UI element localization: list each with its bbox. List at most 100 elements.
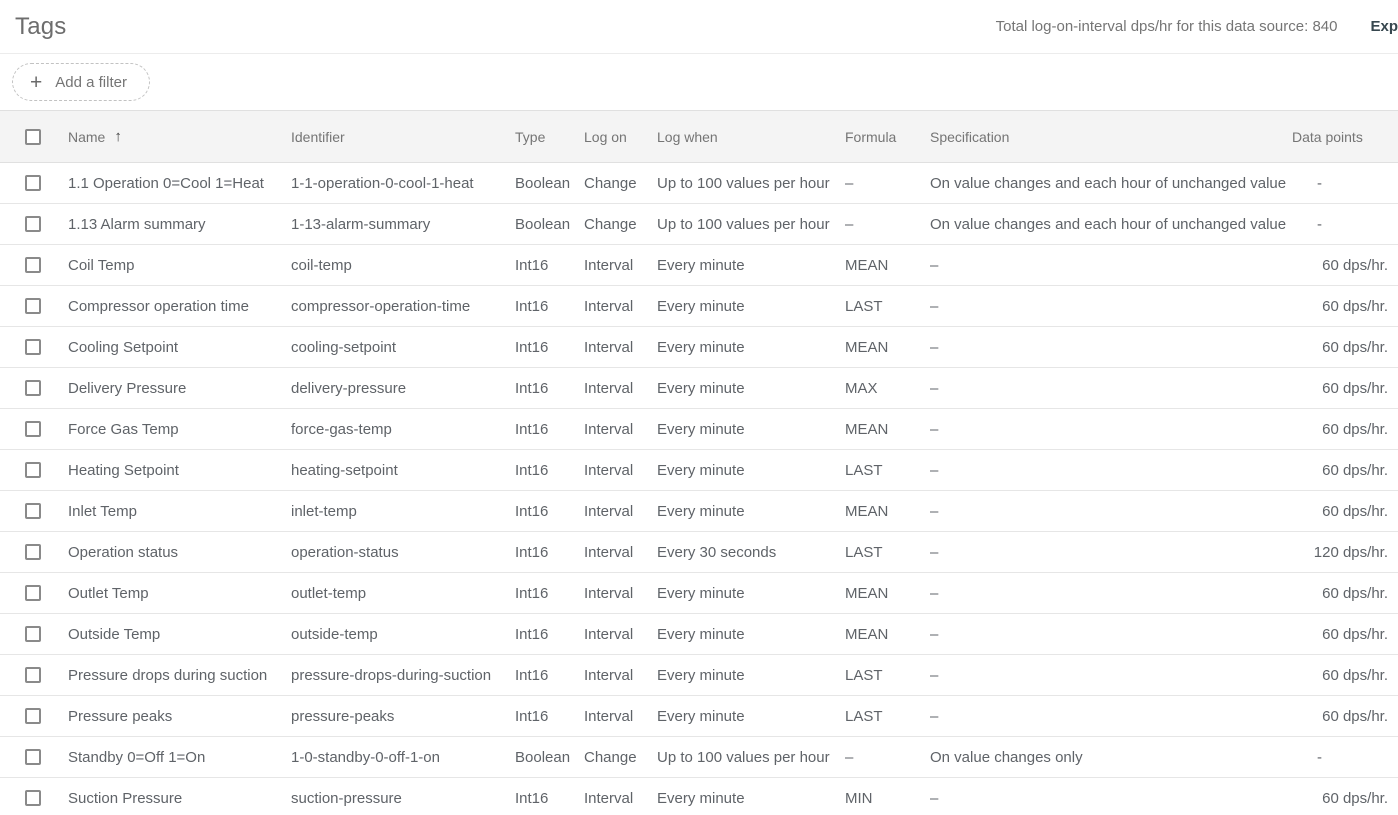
identifier-cell: heating-setpoint — [291, 462, 515, 479]
name-cell: Pressure peaks — [68, 708, 291, 725]
formula-cell: LAST — [845, 667, 930, 684]
log-on-cell: Change — [584, 216, 657, 233]
specification-cell: – — [930, 257, 1292, 274]
table-row[interactable]: Compressor operation time compressor-ope… — [0, 286, 1398, 327]
type-cell: Int16 — [515, 257, 584, 274]
row-checkbox[interactable] — [25, 667, 41, 683]
dps-summary-text: Total log-on-interval dps/hr for this da… — [996, 18, 1338, 35]
table-row[interactable]: Outlet Temp outlet-temp Int16 Interval E… — [0, 573, 1398, 614]
table-row[interactable]: Force Gas Temp force-gas-temp Int16 Inte… — [0, 409, 1398, 450]
name-cell: Compressor operation time — [68, 298, 291, 315]
row-checkbox[interactable] — [25, 585, 41, 601]
type-cell: Int16 — [515, 298, 584, 315]
log-when-cell: Every minute — [657, 585, 845, 602]
column-header-identifier[interactable]: Identifier — [291, 129, 515, 145]
specification-cell: – — [930, 790, 1292, 807]
export-button[interactable]: Exp — [1370, 18, 1398, 35]
identifier-cell: inlet-temp — [291, 503, 515, 520]
row-checkbox[interactable] — [25, 503, 41, 519]
table-row[interactable]: 1.13 Alarm summary 1-13-alarm-summary Bo… — [0, 204, 1398, 245]
table-row[interactable]: Standby 0=Off 1=On 1-0-standby-0-off-1-o… — [0, 737, 1398, 778]
log-when-cell: Every minute — [657, 667, 845, 684]
row-checkbox[interactable] — [25, 257, 41, 273]
type-cell: Boolean — [515, 749, 584, 766]
row-checkbox[interactable] — [25, 544, 41, 560]
table-row[interactable]: Inlet Temp inlet-temp Int16 Interval Eve… — [0, 491, 1398, 532]
data-points-cell: - — [1292, 175, 1398, 192]
log-on-cell: Interval — [584, 708, 657, 725]
table-row[interactable]: 1.1 Operation 0=Cool 1=Heat 1-1-operatio… — [0, 163, 1398, 204]
formula-cell: LAST — [845, 544, 930, 561]
log-when-cell: Up to 100 values per hour — [657, 216, 845, 233]
column-header-name-label: Name — [68, 129, 105, 145]
row-checkbox[interactable] — [25, 339, 41, 355]
table-row[interactable]: Suction Pressure suction-pressure Int16 … — [0, 778, 1398, 815]
specification-cell: – — [930, 585, 1292, 602]
add-filter-button[interactable]: + Add a filter — [12, 63, 150, 101]
type-cell: Int16 — [515, 667, 584, 684]
row-checkbox[interactable] — [25, 462, 41, 478]
type-cell: Boolean — [515, 175, 584, 192]
row-checkbox-cell — [0, 257, 68, 273]
formula-cell: – — [845, 216, 930, 233]
row-checkbox[interactable] — [25, 298, 41, 314]
identifier-cell: pressure-peaks — [291, 708, 515, 725]
select-all-checkbox[interactable] — [25, 129, 41, 145]
name-cell: Pressure drops during suction — [68, 667, 291, 684]
column-header-data-points[interactable]: Data points — [1292, 129, 1398, 145]
identifier-cell: 1-13-alarm-summary — [291, 216, 515, 233]
row-checkbox[interactable] — [25, 708, 41, 724]
identifier-cell: pressure-drops-during-suction — [291, 667, 515, 684]
table-row[interactable]: Heating Setpoint heating-setpoint Int16 … — [0, 450, 1398, 491]
column-header-specification[interactable]: Specification — [930, 129, 1292, 145]
name-cell: Suction Pressure — [68, 790, 291, 807]
log-on-cell: Interval — [584, 421, 657, 438]
identifier-cell: operation-status — [291, 544, 515, 561]
table-row[interactable]: Outside Temp outside-temp Int16 Interval… — [0, 614, 1398, 655]
log-on-cell: Interval — [584, 380, 657, 397]
specification-cell: – — [930, 667, 1292, 684]
table-row[interactable]: Delivery Pressure delivery-pressure Int1… — [0, 368, 1398, 409]
top-bar: Tags Total log-on-interval dps/hr for th… — [0, 0, 1398, 54]
identifier-cell: 1-0-standby-0-off-1-on — [291, 749, 515, 766]
column-header-formula[interactable]: Formula — [845, 129, 930, 145]
name-cell: Operation status — [68, 544, 291, 561]
row-checkbox[interactable] — [25, 790, 41, 806]
table-row[interactable]: Pressure peaks pressure-peaks Int16 Inte… — [0, 696, 1398, 737]
row-checkbox[interactable] — [25, 421, 41, 437]
log-when-cell: Every minute — [657, 462, 845, 479]
specification-cell: On value changes and each hour of unchan… — [930, 216, 1292, 233]
table-row[interactable]: Cooling Setpoint cooling-setpoint Int16 … — [0, 327, 1398, 368]
data-points-cell: - — [1292, 749, 1398, 766]
row-checkbox-cell — [0, 339, 68, 355]
log-on-cell: Interval — [584, 257, 657, 274]
type-cell: Int16 — [515, 708, 584, 725]
formula-cell: – — [845, 749, 930, 766]
formula-cell: MEAN — [845, 421, 930, 438]
identifier-cell: force-gas-temp — [291, 421, 515, 438]
formula-cell: MEAN — [845, 339, 930, 356]
name-cell: Outlet Temp — [68, 585, 291, 602]
formula-cell: MAX — [845, 380, 930, 397]
row-checkbox[interactable] — [25, 175, 41, 191]
row-checkbox[interactable] — [25, 626, 41, 642]
row-checkbox[interactable] — [25, 380, 41, 396]
specification-cell: – — [930, 708, 1292, 725]
column-header-log-when[interactable]: Log when — [657, 129, 845, 145]
table-row[interactable]: Operation status operation-status Int16 … — [0, 532, 1398, 573]
row-checkbox[interactable] — [25, 216, 41, 232]
row-checkbox-cell — [0, 503, 68, 519]
row-checkbox[interactable] — [25, 749, 41, 765]
log-when-cell: Every minute — [657, 380, 845, 397]
column-header-type[interactable]: Type — [515, 129, 584, 145]
specification-cell: On value changes only — [930, 749, 1292, 766]
column-header-name[interactable]: Name ↑ — [68, 128, 291, 145]
tags-table: Name ↑ Identifier Type Log on Log when F… — [0, 111, 1398, 815]
data-points-cell: 60 dps/hr. — [1292, 585, 1398, 602]
column-header-log-on[interactable]: Log on — [584, 129, 657, 145]
identifier-cell: compressor-operation-time — [291, 298, 515, 315]
add-icon: + — [30, 72, 42, 93]
table-row[interactable]: Coil Temp coil-temp Int16 Interval Every… — [0, 245, 1398, 286]
table-row[interactable]: Pressure drops during suction pressure-d… — [0, 655, 1398, 696]
add-filter-label: Add a filter — [55, 74, 127, 91]
